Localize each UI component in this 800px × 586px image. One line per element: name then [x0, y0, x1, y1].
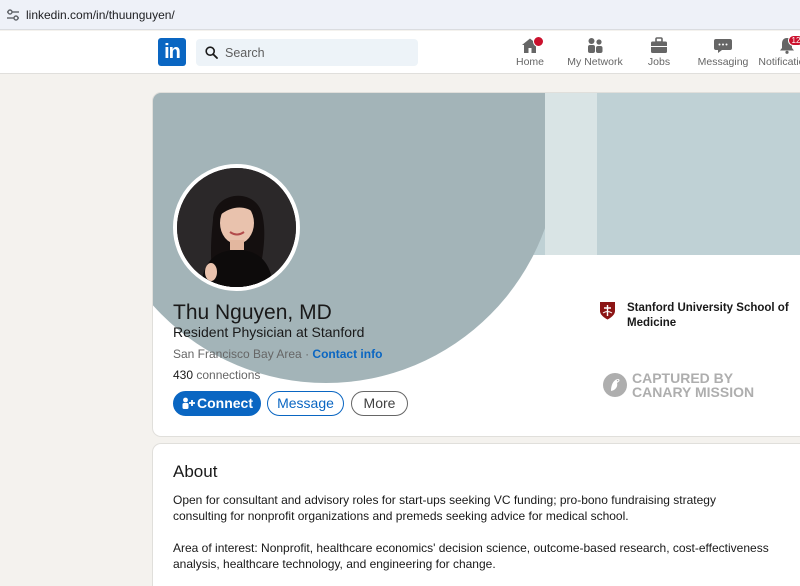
connections-label: connections — [193, 368, 261, 382]
message-button[interactable]: Message — [267, 391, 344, 416]
nav-jobs[interactable]: Jobs — [624, 37, 694, 73]
connections-line[interactable]: 430 connections — [173, 368, 260, 382]
about-paragraph-1: Open for consultant and advisory roles f… — [173, 493, 716, 523]
canary-bird-icon — [603, 373, 627, 397]
url-text[interactable]: linkedin.com/in/thuunguyen/ — [26, 8, 175, 22]
nav-notifications-label: Notifications — [758, 56, 800, 68]
nav-messaging[interactable]: Messaging — [688, 37, 758, 73]
site-settings-icon[interactable] — [6, 8, 20, 22]
about-title: About — [173, 462, 218, 481]
profile-card: Thu Nguyen, MD Resident Physician at Sta… — [153, 93, 800, 436]
connect-label: Connect — [197, 395, 253, 411]
canary-mission-watermark: CAPTURED BY CANARY MISSION — [603, 369, 773, 405]
banner-stripe — [545, 93, 597, 255]
stanford-logo-icon — [600, 302, 615, 320]
about-section: About Open for consultant and advisory r… — [153, 444, 800, 586]
top-navigation: in Search Home My Network Jobs Messaging… — [0, 31, 800, 74]
location-separator: · — [301, 347, 313, 361]
notification-dot — [533, 36, 544, 47]
linkedin-logo[interactable]: in — [158, 38, 186, 66]
messaging-icon — [714, 39, 732, 53]
notification-count-badge: 12 — [788, 35, 800, 46]
profile-headline: Resident Physician at Stanford — [173, 324, 365, 340]
profile-photo-image — [177, 168, 296, 287]
nav-my-network-label: My Network — [567, 56, 623, 68]
connections-count: 430 — [173, 368, 194, 382]
nav-notifications[interactable]: 12 Notifications — [752, 35, 800, 73]
briefcase-icon — [651, 37, 667, 53]
connect-button[interactable]: Connect — [173, 391, 261, 416]
nav-jobs-label: Jobs — [647, 56, 671, 68]
more-button[interactable]: More — [351, 391, 408, 416]
search-icon — [205, 46, 218, 59]
contact-info-link[interactable]: Contact info — [312, 347, 382, 361]
nav-home-label: Home — [515, 56, 544, 68]
school-name: Stanford University School of Medicine — [627, 302, 789, 329]
nav-my-network[interactable]: My Network — [560, 37, 630, 73]
watermark-line-2: CANARY MISSION — [632, 384, 755, 400]
add-person-icon — [182, 397, 195, 409]
profile-location-line: San Francisco Bay Area · Contact info — [173, 347, 382, 361]
browser-address-bar[interactable]: linkedin.com/in/thuunguyen/ — [0, 0, 800, 30]
profile-location: San Francisco Bay Area — [173, 347, 302, 361]
search-input[interactable]: Search — [196, 39, 418, 66]
watermark-line-1: CAPTURED BY — [632, 370, 734, 386]
nav-home[interactable]: Home — [495, 36, 565, 73]
network-icon — [588, 38, 603, 53]
profile-name: Thu Nguyen, MD — [173, 301, 332, 324]
profile-photo[interactable] — [173, 164, 300, 291]
nav-messaging-label: Messaging — [697, 56, 749, 68]
about-paragraph-2: Area of interest: Nonprofit, healthcare … — [173, 541, 769, 571]
search-placeholder: Search — [225, 46, 265, 60]
watermark-text: CAPTURED BY CANARY MISSION — [632, 371, 754, 399]
